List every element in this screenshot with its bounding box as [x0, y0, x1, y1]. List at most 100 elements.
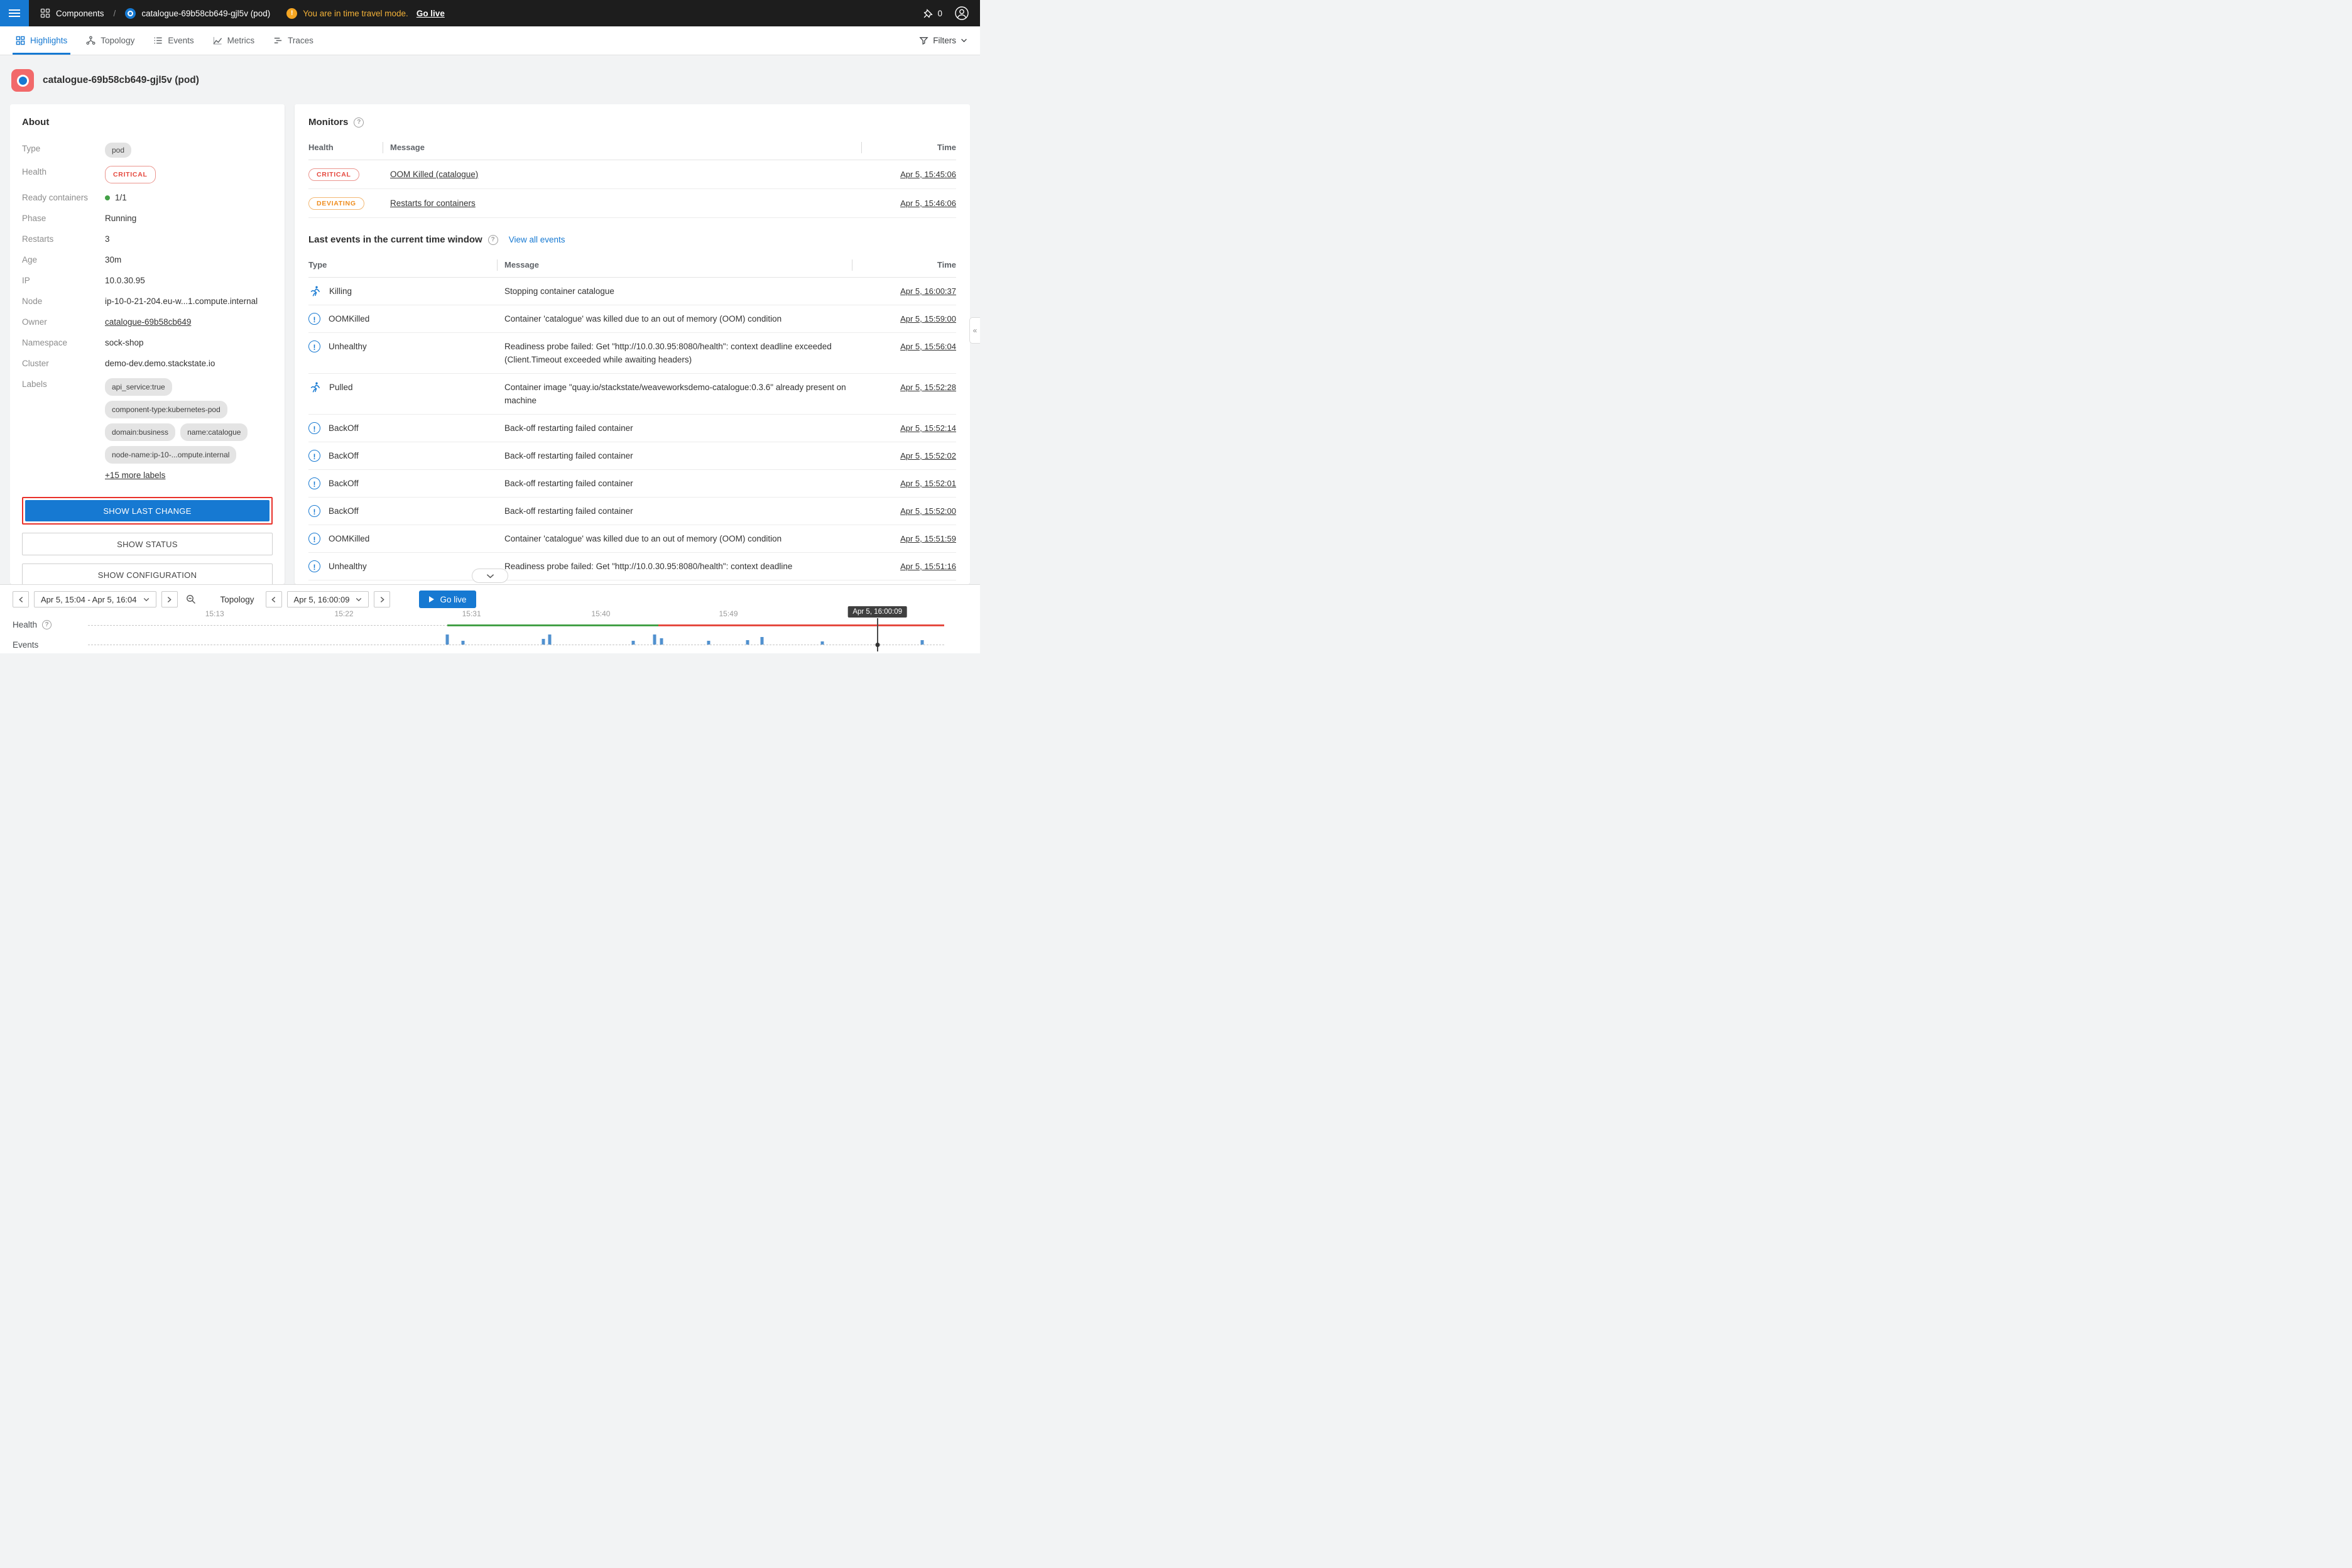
breadcrumb-components[interactable]: Components — [56, 9, 104, 18]
label-pill: api_service:true — [105, 378, 172, 396]
tab-highlights[interactable]: Highlights — [6, 26, 77, 55]
label-pill: component-type:kubernetes-pod — [105, 401, 227, 418]
event-time-link[interactable]: Apr 5, 16:00:37 — [900, 286, 956, 296]
show-configuration-button[interactable]: SHOW CONFIGURATION — [22, 564, 273, 584]
pod-component-icon — [11, 69, 34, 92]
column-separator[interactable] — [497, 259, 498, 271]
timeline-track[interactable]: 15:1315:2215:3115:4015:49Apr 5, 16:00:09 — [88, 608, 944, 653]
deviating-badge: DEVIATING — [308, 197, 364, 210]
event-time-link[interactable]: Apr 5, 15:52:14 — [900, 423, 956, 433]
filters-button[interactable]: Filters — [913, 26, 974, 55]
time-travel-message: You are in time travel mode. — [303, 9, 408, 18]
event-time-link[interactable]: Apr 5, 15:51:16 — [900, 562, 956, 571]
runner-icon — [308, 381, 321, 394]
tab-label: Topology — [101, 36, 134, 45]
expand-timeline-button[interactable] — [472, 569, 508, 583]
page-title: catalogue-69b58cb649-gjl5v (pod) — [43, 75, 199, 86]
topology-time-previous-button[interactable] — [266, 591, 282, 607]
ready-value: 1/1 — [115, 193, 127, 202]
time-cursor-dot — [875, 643, 879, 647]
health-row-label: Health ? — [13, 620, 52, 629]
event-row: !BackOffBack-off restarting failed conta… — [308, 415, 956, 442]
field-ip: IP 10.0.30.95 — [22, 275, 273, 287]
monitor-row: CRITICAL OOM Killed (catalogue) Apr 5, 1… — [308, 160, 956, 189]
help-icon[interactable]: ? — [354, 117, 364, 128]
chevron-left-icon — [19, 596, 23, 603]
event-message: Back-off restarting failed container — [497, 449, 862, 462]
event-time-link[interactable]: Apr 5, 15:51:59 — [900, 534, 956, 543]
event-message: Stopping container catalogue — [497, 285, 862, 298]
collapse-right-panel-button[interactable]: « — [969, 317, 980, 344]
view-all-events-link[interactable]: View all events — [509, 235, 565, 244]
column-separator[interactable] — [861, 142, 862, 153]
field-phase: Phase Running — [22, 212, 273, 225]
page-header: catalogue-69b58cb649-gjl5v (pod) — [11, 69, 970, 92]
topology-time-next-button[interactable] — [374, 591, 390, 607]
event-type: OOMKilled — [329, 312, 369, 325]
user-avatar-icon[interactable] — [954, 5, 970, 21]
event-time-link[interactable]: Apr 5, 15:52:01 — [900, 479, 956, 488]
help-icon[interactable]: ? — [488, 235, 498, 245]
timeline-chart: Health ? Events 15:1315:2215:3115:4015:4… — [0, 608, 980, 653]
topology-time-dropdown[interactable]: Apr 5, 16:00:09 — [287, 591, 369, 607]
event-histogram-bar — [446, 634, 449, 645]
chevron-right-icon — [380, 596, 384, 603]
event-type: OOMKilled — [329, 532, 369, 545]
tab-events[interactable]: Events — [144, 26, 203, 55]
monitor-time-link[interactable]: Apr 5, 15:46:06 — [900, 199, 956, 208]
alert-circle-icon: ! — [308, 505, 320, 517]
owner-link[interactable]: catalogue-69b58cb649 — [105, 316, 191, 329]
field-label: Age — [22, 254, 105, 266]
event-type: Unhealthy — [329, 340, 367, 353]
go-live-label: Go live — [440, 595, 466, 604]
breadcrumb-entity: catalogue-69b58cb649-gjl5v (pod) — [141, 9, 270, 18]
monitor-link[interactable]: OOM Killed (catalogue) — [390, 170, 478, 179]
phase-value: Running — [105, 212, 136, 225]
event-row: !BackOffBack-off restarting failed conta… — [308, 498, 956, 525]
show-last-change-button[interactable]: SHOW LAST CHANGE — [25, 500, 270, 521]
tab-topology[interactable]: Topology — [77, 26, 144, 55]
help-icon[interactable]: ? — [42, 620, 52, 629]
event-time-link[interactable]: Apr 5, 15:56:04 — [900, 342, 956, 351]
go-live-link[interactable]: Go live — [416, 9, 445, 18]
main-content: catalogue-69b58cb649-gjl5v (pod) About T… — [0, 55, 980, 584]
event-time-link[interactable]: Apr 5, 15:52:02 — [900, 451, 956, 460]
event-row: PulledContainer image "quay.io/stackstat… — [308, 374, 956, 415]
column-header-time: Time — [862, 143, 956, 152]
range-previous-button[interactable] — [13, 591, 29, 607]
event-time-link[interactable]: Apr 5, 15:52:00 — [900, 506, 956, 516]
timeline-tick-label: 15:13 — [205, 609, 224, 618]
pin-button[interactable]: 0 — [923, 8, 942, 19]
about-panel: About Type pod Health CRITICAL Ready con… — [10, 104, 285, 584]
field-labels: Labels api_service:true component-type:k… — [22, 378, 273, 482]
time-range-dropdown[interactable]: Apr 5, 15:04 - Apr 5, 16:04 — [34, 591, 156, 607]
go-live-button[interactable]: Go live — [419, 591, 476, 608]
timeline-tick-label: 15:40 — [591, 609, 610, 618]
monitor-link[interactable]: Restarts for containers — [390, 199, 476, 208]
top-bar: Components / catalogue-69b58cb649-gjl5v … — [0, 0, 980, 26]
event-histogram-bar — [548, 634, 551, 645]
time-range-value: Apr 5, 15:04 - Apr 5, 16:04 — [41, 595, 137, 604]
chevron-down-icon — [486, 574, 494, 579]
event-type: BackOff — [329, 449, 359, 462]
event-time-link[interactable]: Apr 5, 15:59:00 — [900, 314, 956, 324]
hamburger-menu-button[interactable] — [0, 0, 29, 26]
tab-traces[interactable]: Traces — [264, 26, 323, 55]
runner-icon — [308, 285, 321, 298]
event-time-link[interactable]: Apr 5, 15:52:28 — [900, 383, 956, 392]
breadcrumb: Components / catalogue-69b58cb649-gjl5v … — [40, 8, 270, 19]
zoom-out-button[interactable] — [183, 591, 199, 607]
events-title: Last events in the current time window — [308, 234, 482, 245]
more-labels-link[interactable]: +15 more labels — [105, 469, 165, 482]
field-health: Health CRITICAL — [22, 166, 273, 183]
filters-label: Filters — [933, 36, 956, 45]
health-label: Health — [13, 620, 37, 629]
range-next-button[interactable] — [161, 591, 178, 607]
field-label: Restarts — [22, 233, 105, 246]
show-status-button[interactable]: SHOW STATUS — [22, 533, 273, 555]
tab-metrics[interactable]: Metrics — [204, 26, 264, 55]
monitor-time-link[interactable]: Apr 5, 15:45:06 — [900, 170, 956, 179]
timeline-controls: Apr 5, 15:04 - Apr 5, 16:04 Topology Apr… — [0, 585, 980, 608]
ip-value: 10.0.30.95 — [105, 275, 145, 287]
time-cursor-label: Apr 5, 16:00:09 — [847, 606, 907, 618]
